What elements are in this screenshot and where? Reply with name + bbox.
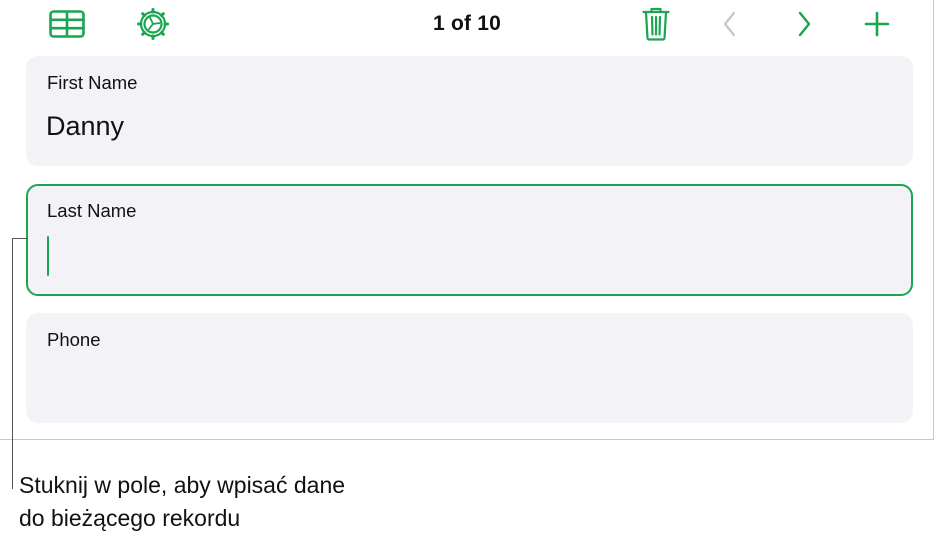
chevron-left-icon xyxy=(721,10,739,43)
trash-icon xyxy=(642,7,670,46)
field-label: Last Name xyxy=(47,200,137,221)
callout-line-2: do bieżącego rekordu xyxy=(19,505,241,531)
field-value: Danny xyxy=(46,111,125,141)
delete-record-button[interactable] xyxy=(636,7,676,46)
chevron-right-icon xyxy=(795,10,813,43)
callout-line-1: Stuknij w pole, aby wpisać dane xyxy=(19,472,346,498)
field-phone[interactable]: Phone xyxy=(26,313,913,423)
previous-record-button[interactable] xyxy=(710,8,750,44)
field-last-name[interactable]: Last Name xyxy=(26,184,913,296)
callout-line xyxy=(12,238,13,489)
field-label: Phone xyxy=(47,329,101,350)
callout-text: Stuknij w pole, aby wpisać dane do bieżą… xyxy=(19,469,345,535)
next-record-button[interactable] xyxy=(784,8,824,44)
toolbar: 1 of 10 xyxy=(0,0,934,52)
callout-tick xyxy=(12,238,28,239)
text-caret xyxy=(47,236,49,276)
field-first-name[interactable]: First Name Danny xyxy=(26,56,913,166)
field-label: First Name xyxy=(47,72,138,93)
add-record-button[interactable] xyxy=(857,8,897,44)
form-view: 1 of 10 First Name Danny Last Name Phone xyxy=(0,0,934,440)
plus-icon xyxy=(863,10,891,43)
